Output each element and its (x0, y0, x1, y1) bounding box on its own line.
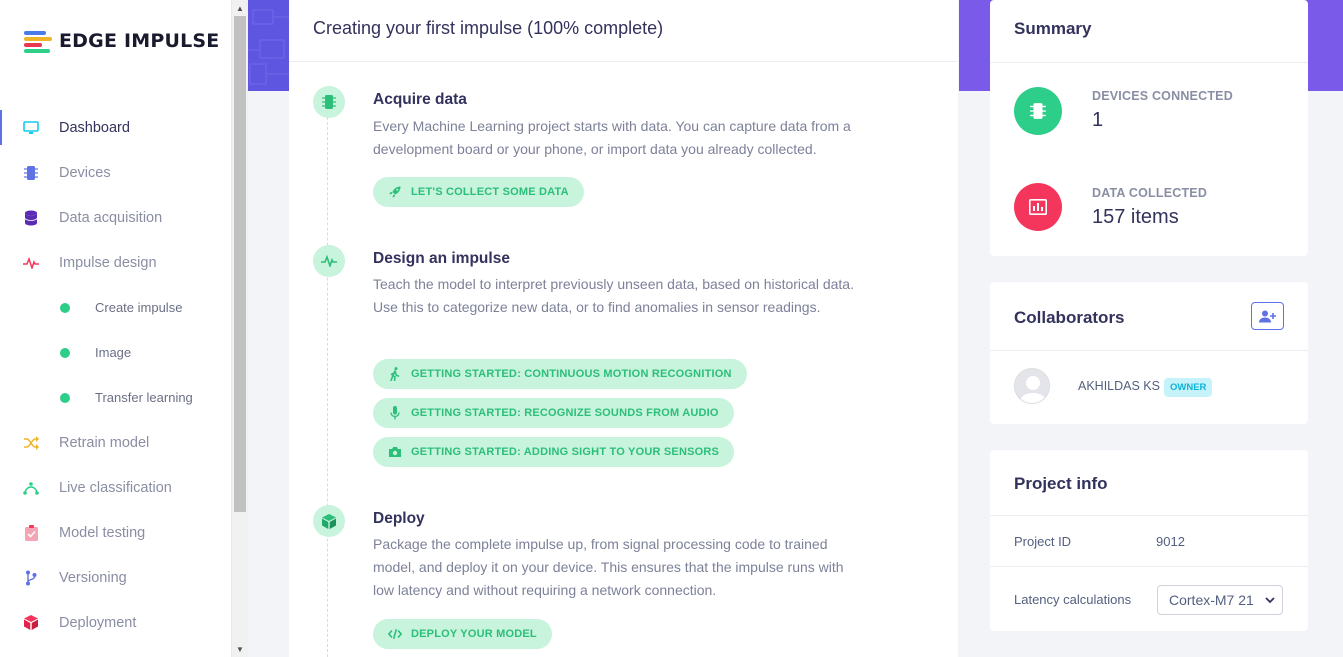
circuit-pattern-icon (248, 9, 289, 85)
monitor-icon (22, 119, 40, 137)
scroll-up-icon[interactable]: ▲ (232, 0, 248, 16)
summary-title: Summary (1014, 19, 1092, 38)
rocket-icon (388, 185, 402, 199)
sidebar-item-dashboard[interactable]: Dashboard (0, 105, 232, 150)
devices-connected-label: DEVICES CONNECTED (1092, 89, 1233, 103)
audio-recognition-button[interactable]: GETTING STARTED: RECOGNIZE SOUNDS FROM A… (373, 398, 734, 428)
pulse-icon (313, 245, 345, 277)
sidebar-item-versioning[interactable]: Versioning (0, 555, 232, 600)
page-title: Creating your first impulse (100% comple… (289, 0, 958, 62)
sidebar-item-create-impulse[interactable]: Create impulse (0, 285, 232, 330)
step-description: Teach the model to interpret previously … (373, 276, 854, 315)
devices-stat-icon (1014, 87, 1062, 135)
sidebar: EDGE IMPULSE Dashboard Devices Data acqu… (0, 0, 232, 657)
database-icon (22, 209, 40, 227)
step-description: Every Machine Learning project starts wi… (373, 118, 851, 157)
chip-icon (313, 86, 345, 118)
step-title: Design an impulse (373, 250, 510, 267)
camera-icon (388, 445, 402, 459)
sidebar-item-devices[interactable]: Devices (0, 150, 232, 195)
bezier-icon (22, 479, 40, 497)
sidebar-item-transfer-learning[interactable]: Transfer learning (0, 375, 232, 420)
project-id-value: 9012 (1156, 534, 1185, 549)
data-stat-icon (1014, 183, 1062, 231)
logo[interactable]: EDGE IMPULSE (24, 30, 220, 53)
add-collaborator-button[interactable] (1251, 302, 1284, 330)
latency-device-select[interactable]: Cortex-M7 21 (1157, 585, 1283, 615)
chart-bar-icon (1029, 199, 1047, 215)
header-banner-left (248, 0, 289, 91)
cube-icon (22, 614, 40, 632)
walking-icon (388, 367, 402, 381)
collaborators-title: Collaborators (1014, 308, 1125, 327)
data-collected-label: DATA COLLECTED (1092, 186, 1208, 200)
project-id-label: Project ID (1014, 534, 1072, 549)
logo-text: EDGE IMPULSE (59, 30, 220, 52)
collect-data-button[interactable]: LET'S COLLECT SOME DATA (373, 177, 584, 207)
sidebar-item-impulse-design[interactable]: Impulse design (0, 240, 232, 285)
sidebar-item-retrain-model[interactable]: Retrain model (0, 420, 232, 465)
adding-sight-button[interactable]: GETTING STARTED: ADDING SIGHT TO YOUR SE… (373, 437, 735, 467)
sidebar-item-data-acquisition[interactable]: Data acquisition (0, 195, 232, 240)
sidebar-item-deployment[interactable]: Deployment (0, 600, 232, 645)
owner-badge: OWNER (1164, 378, 1213, 397)
sidebar-item-live-classification[interactable]: Live classification (0, 465, 232, 510)
chip-icon (1030, 103, 1046, 119)
edge-impulse-logo-icon (24, 30, 52, 53)
branch-icon (22, 569, 40, 587)
status-dot-icon (60, 347, 70, 358)
pulse-icon (22, 254, 40, 272)
motion-recognition-button[interactable]: GETTING STARTED: CONTINUOUS MOTION RECOG… (373, 359, 747, 389)
divider (990, 566, 1308, 567)
deploy-model-button[interactable]: DEPLOY YOUR MODEL (373, 619, 552, 649)
devices-connected-value: 1 (1092, 109, 1104, 131)
collaborators-card: Collaborators AKHILDAS KS OWNER (990, 282, 1308, 424)
scroll-down-icon[interactable]: ▼ (232, 641, 248, 657)
sidebar-item-image[interactable]: Image (0, 330, 232, 375)
chevron-down-icon (1265, 597, 1275, 604)
step-description: Package the complete impulse up, from si… (373, 536, 844, 598)
summary-card: Summary DEVICES CONNECTED 1 DATA COLLECT… (990, 0, 1308, 256)
sidebar-nav: Dashboard Devices Data acquisition Impul… (0, 105, 232, 645)
chip-icon (22, 164, 40, 182)
sidebar-item-model-testing[interactable]: Model testing (0, 510, 232, 555)
data-collected-value: 157 items (1092, 206, 1179, 228)
latency-label: Latency calculations (1014, 592, 1132, 607)
status-dot-icon (60, 302, 70, 313)
microphone-icon (388, 406, 402, 420)
project-info-card: Project info Project ID 9012 Latency cal… (990, 450, 1308, 631)
avatar (1014, 368, 1050, 404)
sidebar-scrollbar[interactable]: ▲ ▼ (232, 0, 248, 657)
scrollbar-thumb[interactable] (234, 16, 246, 512)
status-dot-icon (60, 392, 70, 403)
user-plus-icon (1259, 310, 1276, 322)
step-title: Acquire data (373, 91, 467, 108)
shuffle-icon (22, 434, 40, 452)
getting-started-card: Creating your first impulse (100% comple… (289, 0, 958, 657)
clipboard-check-icon (22, 524, 40, 542)
divider (990, 515, 1308, 516)
divider (990, 62, 1308, 63)
project-info-title: Project info (1014, 474, 1108, 493)
collaborator-name: AKHILDAS KS (1078, 379, 1160, 393)
step-title: Deploy (373, 510, 425, 527)
cube-icon (313, 505, 345, 537)
divider (990, 350, 1308, 351)
code-icon (388, 627, 402, 641)
timeline-line (327, 102, 328, 657)
